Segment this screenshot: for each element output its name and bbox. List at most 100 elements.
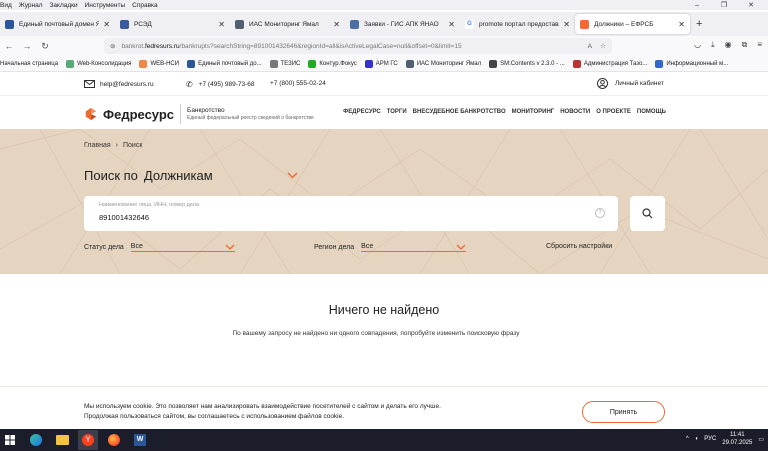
help-icon[interactable]: ? <box>595 208 605 218</box>
url-bar[interactable]: ⊜ bankrot. fedresurs.ru/bankrupts?searchS… <box>104 38 612 54</box>
close-tab-icon[interactable]: ✕ <box>333 20 340 29</box>
word-icon[interactable]: W <box>130 430 150 450</box>
minimize-icon[interactable]: – <box>687 0 707 10</box>
new-tab-icon[interactable]: + <box>696 18 702 30</box>
yandex-browser-icon[interactable]: Y <box>78 430 98 450</box>
notifications-icon[interactable]: ▭ <box>758 436 764 443</box>
nav-help[interactable]: ПОМОЩЬ <box>637 109 666 115</box>
close-tab-icon[interactable]: ✕ <box>103 20 110 29</box>
region-select[interactable]: Все <box>361 243 467 252</box>
nav-news[interactable]: НОВОСТИ <box>560 109 590 115</box>
breadcrumb-home[interactable]: Главная <box>84 142 111 149</box>
site-logo[interactable]: Федресурс Банкротство Единый федеральный… <box>84 104 314 124</box>
close-window-icon[interactable]: ✕ <box>741 0 761 10</box>
menu-tools[interactable]: Инструменты <box>85 2 126 9</box>
reload-icon[interactable]: ↻ <box>36 41 54 52</box>
menu-view[interactable]: Вид <box>0 2 12 9</box>
phone-link-2[interactable]: +7 (800) 555-02-24 <box>270 80 326 87</box>
close-tab-icon[interactable]: ✕ <box>218 20 225 29</box>
bookmark-item[interactable]: Контур.Фокус <box>308 59 357 68</box>
file-explorer-icon[interactable] <box>52 430 72 450</box>
tab-promote[interactable]: G promote портал предоставления ✕ <box>460 14 575 34</box>
search-input[interactable]: Наименование лица, ИНН, номер дела 89100… <box>84 196 618 231</box>
fedresurs-logo-icon <box>85 107 97 121</box>
tab-title: РСЭД <box>134 20 152 28</box>
breadcrumb-current: Поиск <box>123 142 143 149</box>
close-tab-icon[interactable]: ✕ <box>563 20 570 29</box>
bookmark-star-icon[interactable]: ☆ <box>600 42 606 50</box>
menu-icon[interactable]: ≡ <box>757 40 762 50</box>
close-tab-icon[interactable]: ✕ <box>448 20 455 29</box>
bookmark-item[interactable]: ТЕЗИС <box>269 59 300 68</box>
firefox-icon[interactable] <box>104 430 124 450</box>
site-header: Федресурс Банкротство Единый федеральный… <box>0 97 768 129</box>
cookie-accept-button[interactable]: Принять <box>582 401 665 423</box>
cookie-text: Мы используем cookie. Это позволяет нам … <box>84 403 441 420</box>
gis-favicon-icon <box>350 19 359 29</box>
tab-gis[interactable]: Заявки - ГИС АПК ЯНАО ✕ <box>345 14 460 34</box>
nav-out-of-court[interactable]: ВНЕСУДЕБНОЕ БАНКРОТСТВО <box>413 109 506 115</box>
lang-indicator[interactable]: РУС <box>704 436 716 442</box>
search-button[interactable] <box>630 196 665 231</box>
nav-monitoring[interactable]: МОНИТОРИНГ <box>512 109 555 115</box>
bookmark-item[interactable]: SM:Contents v 2.3.0 - ... <box>489 59 565 68</box>
clock[interactable]: 11:41 29.07.2025 <box>722 431 752 447</box>
status-filter: Статус дела Все <box>84 243 235 252</box>
translate-icon[interactable]: A <box>588 43 592 50</box>
edge-icon[interactable] <box>26 430 46 450</box>
bookmark-item[interactable]: АРМ ГС <box>364 59 398 68</box>
google-favicon-icon: G <box>465 19 474 29</box>
chevron-down-icon <box>456 244 466 250</box>
bookmark-item[interactable]: Единый почтовый до... <box>187 59 262 68</box>
tab-mail[interactable]: Единый почтовый домен ЯНАО ✕ <box>0 14 115 34</box>
menu-help[interactable]: Справка <box>132 2 158 9</box>
chevron-down-icon <box>225 244 235 250</box>
search-input-label: Наименование лица, ИНН, номер дела <box>99 202 200 208</box>
back-icon[interactable]: ← <box>0 41 18 51</box>
tray-expand-icon[interactable]: ^ <box>686 436 689 442</box>
bookmark-item[interactable]: ИАС Мониторинг Ямал <box>405 59 481 68</box>
breadcrumb: Главная › Поиск <box>84 142 142 149</box>
chevron-down-icon[interactable] <box>287 172 298 179</box>
search-mode-select[interactable]: Должникам <box>144 168 213 183</box>
forward-icon[interactable]: → <box>18 41 36 51</box>
reset-settings-link[interactable]: Сбросить настройки <box>546 243 612 250</box>
close-tab-icon[interactable]: ✕ <box>678 20 685 29</box>
bookmark-item[interactable]: Начальная страница <box>0 61 58 67</box>
account-icon[interactable]: ◉ <box>725 40 732 50</box>
bookmark-item[interactable]: Web-Консолидация <box>66 59 131 68</box>
tab-ias[interactable]: ИАС Мониторинг Ямал ✕ <box>230 14 345 34</box>
status-select[interactable]: Все <box>130 243 235 252</box>
tab-rsed[interactable]: РСЭД ✕ <box>115 14 230 34</box>
tab-title: Единый почтовый домен ЯНАО <box>19 20 100 28</box>
page-info-icon[interactable]: ⊜ <box>110 42 115 50</box>
tab-title: Заявки - ГИС АПК ЯНАО <box>364 20 439 28</box>
menu-history[interactable]: Журнал <box>19 2 43 9</box>
windows-start-icon[interactable] <box>0 430 20 450</box>
bookmark-item[interactable]: Информационный м... <box>655 59 728 68</box>
nav-fedresurs[interactable]: ФЕДРЕСУРС <box>343 109 381 115</box>
email-link[interactable]: help@fedresurs.ru <box>84 80 154 88</box>
maximize-icon[interactable]: ❐ <box>714 0 734 10</box>
bookmark-favicon-icon <box>405 59 414 68</box>
navigation-bar: ← → ↻ ⊜ bankrot. fedresurs.ru/bankrupts?s… <box>0 36 768 56</box>
region-label: Регион дела <box>314 244 355 251</box>
search-icon <box>642 208 653 219</box>
menu-bookmarks[interactable]: Закладки <box>49 2 77 9</box>
search-title: Поиск по Должникам <box>84 168 298 183</box>
tab-fedresurs[interactable]: Должники – ЕФРСБ ✕ <box>575 14 690 34</box>
nav-torgi[interactable]: ТОРГИ <box>387 109 407 115</box>
nav-about[interactable]: О ПРОЕКТЕ <box>596 109 631 115</box>
bookmark-item[interactable]: WEB-НСИ <box>139 59 179 68</box>
extensions-icon[interactable]: ⧉ <box>742 40 748 50</box>
phone-link[interactable]: ✆ +7 (495) 989-73-68 <box>186 80 255 89</box>
downloads-icon[interactable]: ⤓ <box>711 40 715 50</box>
volume-icon[interactable]: ◖ <box>695 436 699 442</box>
pocket-icon[interactable]: ◡ <box>694 40 701 50</box>
fedresurs-favicon-icon <box>580 19 589 29</box>
window-controls: – ❐ ✕ <box>687 0 768 10</box>
tab-bar: Единый почтовый домен ЯНАО ✕ РСЭД ✕ ИАС … <box>0 12 768 36</box>
bookmark-item[interactable]: Администрация Тазо... <box>572 59 647 68</box>
cabinet-link[interactable]: Личный кабинет <box>597 78 664 89</box>
windows-taskbar: Y W ^ ◖ РУС 11:41 29.07.2025 ▭ <box>0 429 768 451</box>
